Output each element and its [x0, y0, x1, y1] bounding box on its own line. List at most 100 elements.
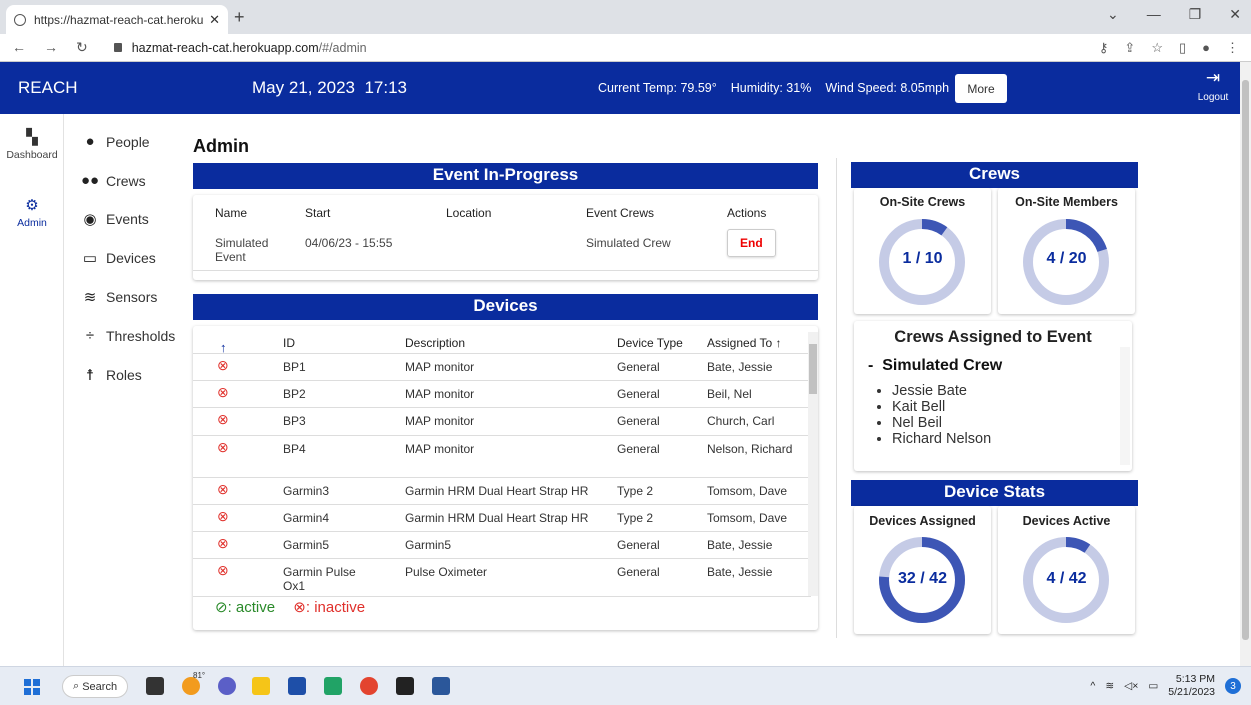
- chevron-down-icon[interactable]: ⌄: [1107, 6, 1119, 23]
- onsite-members-label: On-Site Members: [1015, 195, 1118, 209]
- devices-scrollbar-thumb[interactable]: [809, 344, 817, 394]
- chrome-icon[interactable]: [360, 677, 378, 695]
- clock[interactable]: 5:13 PM 5/21/2023: [1168, 673, 1215, 699]
- page-scrollbar-thumb[interactable]: [1242, 80, 1249, 640]
- forward-icon[interactable]: →: [44, 39, 58, 56]
- close-tab-icon[interactable]: ✕: [209, 12, 220, 28]
- rail-dashboard[interactable]: ▚ Dashboard: [0, 128, 64, 161]
- table-row[interactable]: ⊗ Garmin Pulse Ox1 Pulse Oximeter General Ba…: [193, 559, 811, 597]
- key-icon[interactable]: ⚷: [1099, 40, 1109, 56]
- status-inactive-icon: ⊗: [217, 357, 229, 373]
- page-title: Admin: [193, 136, 249, 156]
- accessibility-icon: ☨: [85, 367, 95, 384]
- dev-col-assigned[interactable]: Assigned To ↑: [707, 336, 782, 350]
- terminal-icon[interactable]: [396, 677, 414, 695]
- crew-list-scrollbar[interactable]: [1120, 347, 1130, 465]
- event-card: Name Start Location Event Crews Actions …: [193, 195, 818, 280]
- url-field[interactable]: hazmat-reach-cat.herokuapp.com/#/admin: [132, 41, 367, 55]
- devices-active-value: 4 / 42: [1046, 570, 1087, 587]
- profile-icon[interactable]: ●: [1202, 40, 1210, 56]
- notification-badge[interactable]: 3: [1225, 678, 1241, 694]
- device-id: BP3: [283, 414, 306, 428]
- volume-icon[interactable]: ◁×: [1124, 680, 1138, 692]
- menu-events-label: Events: [106, 211, 149, 227]
- file-explorer-icon[interactable]: [252, 677, 270, 695]
- crews-banner: Crews: [851, 162, 1138, 188]
- wifi-icon[interactable]: ≋: [1105, 680, 1114, 692]
- more-button[interactable]: More: [955, 74, 1007, 103]
- window-controls: ⌄ — ❐ ✕: [1107, 6, 1241, 23]
- word-icon[interactable]: [432, 677, 450, 695]
- end-event-button[interactable]: End: [727, 229, 776, 257]
- menu-events[interactable]: ◉ Events: [80, 210, 149, 228]
- wind-speed: Wind Speed: 8.05mph: [825, 81, 950, 95]
- dev-col-id[interactable]: ID: [283, 336, 295, 350]
- dev-col-desc[interactable]: Description: [405, 336, 465, 350]
- menu-people[interactable]: ● People: [80, 133, 149, 150]
- menu-sensors[interactable]: ≋ Sensors: [80, 288, 158, 306]
- table-row[interactable]: ⊗ BP4 MAP monitor General Nelson, Richard: [193, 436, 811, 478]
- page-scrollbar[interactable]: [1240, 62, 1251, 666]
- star-icon[interactable]: ☆: [1151, 40, 1163, 56]
- legend-inactive: ⊗: inactive: [293, 599, 365, 616]
- person-icon: ●: [85, 133, 95, 150]
- device-assigned: Bate, Jessie: [707, 360, 773, 374]
- new-tab-button[interactable]: +: [234, 7, 245, 28]
- menu-devices[interactable]: ▭ Devices: [80, 249, 156, 267]
- left-rail: ▚ Dashboard ⚙ Admin: [0, 114, 64, 666]
- table-row[interactable]: ⊗ Garmin3 Garmin HRM Dual Heart Strap HR Ty…: [193, 478, 811, 505]
- devices-assigned-value: 32 / 42: [898, 570, 947, 587]
- back-icon[interactable]: ←: [12, 39, 26, 56]
- share-icon[interactable]: ⇪: [1124, 40, 1135, 56]
- menu-dots-icon[interactable]: ⋮: [1226, 40, 1239, 56]
- url-host: hazmat-reach-cat.herokuapp.com: [131, 40, 319, 55]
- device-description: MAP monitor: [405, 387, 475, 401]
- table-row[interactable]: ⊗ BP1 MAP monitor General Bate, Jessie: [193, 354, 811, 381]
- crew-member: Richard Nelson: [892, 431, 1118, 447]
- legend-inactive-label: : inactive: [305, 599, 366, 616]
- devices-scrollbar[interactable]: [808, 332, 818, 596]
- chat-icon[interactable]: [218, 677, 236, 695]
- device-id: BP1: [283, 360, 306, 374]
- reload-icon[interactable]: ↻: [76, 39, 88, 56]
- device-assigned: Bate, Jessie: [707, 565, 773, 579]
- battery-icon[interactable]: ▭: [1148, 680, 1158, 692]
- crews-assigned-card: Crews Assigned to Event - Simulated Crew…: [854, 321, 1132, 471]
- taskbar: ⌕ Search 81° ^ ≋ ◁× ▭ 5:13 PM 5/21/2023 3: [0, 666, 1251, 705]
- minimize-button[interactable]: —: [1147, 6, 1161, 23]
- menu-roles[interactable]: ☨ Roles: [80, 366, 142, 384]
- search-icon: ⌕: [73, 680, 83, 692]
- event-start: 04/06/23 - 15:55: [305, 236, 393, 250]
- pycharm-icon[interactable]: [324, 677, 342, 695]
- humidity: Humidity: 31%: [730, 81, 812, 95]
- table-row[interactable]: ⊗ Garmin5 Garmin5 General Bate, Jessie: [193, 532, 811, 559]
- crew-list: - Simulated Crew Jessie BateKait BellNel…: [868, 357, 1118, 447]
- tray-chevron-icon[interactable]: ^: [1090, 680, 1095, 692]
- event-name: Simulated Event: [215, 236, 269, 264]
- taskview-icon[interactable]: [146, 677, 164, 695]
- taskbar-search[interactable]: ⌕ Search: [62, 675, 128, 698]
- restore-button[interactable]: ❐: [1189, 6, 1202, 23]
- close-window-button[interactable]: ✕: [1229, 6, 1241, 23]
- table-row[interactable]: ⊗ BP3 MAP monitor General Church, Carl: [193, 408, 811, 436]
- device-description: Pulse Oximeter: [405, 565, 488, 579]
- logout-icon: ⇥: [1205, 68, 1221, 87]
- thresholds-icon: ÷: [85, 327, 95, 344]
- sidepanel-icon[interactable]: ▯: [1179, 40, 1186, 56]
- time: 17:13: [364, 78, 408, 97]
- brand[interactable]: REACH: [18, 78, 78, 98]
- browser-tab[interactable]: https://hazmat-reach-cat.herokuap ✕: [6, 5, 228, 34]
- device-id: BP2: [283, 387, 306, 401]
- dev-col-type[interactable]: Device Type: [617, 336, 683, 350]
- logout-button[interactable]: ⇥ Logout: [1193, 68, 1233, 103]
- menu-thresholds[interactable]: ÷ Thresholds: [80, 327, 175, 344]
- event-col-start: Start: [305, 206, 331, 220]
- menu-crews[interactable]: ●● Crews: [80, 172, 146, 189]
- location-pin-icon: ◉: [83, 211, 97, 228]
- rail-admin[interactable]: ⚙ Admin: [0, 196, 64, 229]
- table-row[interactable]: ⊗ BP2 MAP monitor General Beil, Nel: [193, 381, 811, 408]
- devices-icon: ▭: [82, 250, 98, 267]
- store-icon[interactable]: [288, 677, 306, 695]
- table-row[interactable]: ⊗ Garmin4 Garmin HRM Dual Heart Strap HR Ty…: [193, 505, 811, 532]
- windows-start-icon[interactable]: [24, 679, 40, 695]
